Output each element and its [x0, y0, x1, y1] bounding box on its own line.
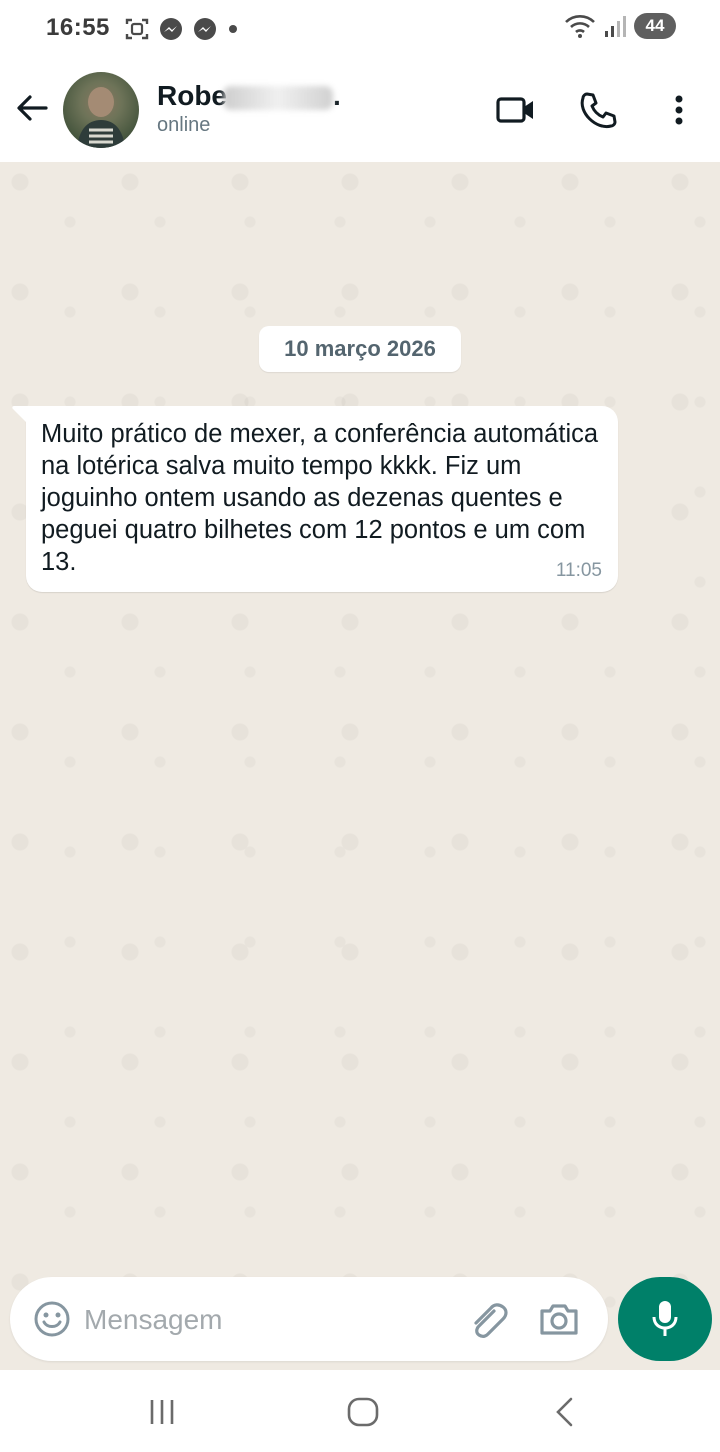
status-right: 44: [564, 13, 676, 39]
name-redaction: [223, 85, 333, 110]
bubble-tail: [12, 406, 28, 424]
contact-name-suffix: .: [333, 80, 341, 111]
system-nav-bar: [0, 1370, 720, 1452]
wifi-icon: [565, 15, 595, 38]
more-options-button[interactable]: [657, 88, 701, 132]
recent-apps-button[interactable]: [140, 1394, 184, 1430]
message-composer: [10, 1277, 608, 1361]
date-separator: 10 março 2026: [259, 326, 461, 372]
status-bar: 16:55 44: [0, 0, 720, 58]
voice-message-button[interactable]: [618, 1277, 712, 1361]
contact-name[interactable]: Robe.: [157, 80, 341, 112]
back-arrow-icon[interactable]: [14, 90, 50, 126]
dot-icon: [229, 25, 237, 33]
notification-icons: [124, 16, 240, 42]
message-input[interactable]: [82, 1297, 446, 1343]
contact-status: online: [157, 114, 211, 136]
messenger-icon: [160, 18, 182, 40]
status-time: 16:55: [46, 14, 110, 41]
more-options-icon: [675, 95, 683, 125]
incoming-message[interactable]: Muito prático de mexer, a conferência au…: [12, 406, 618, 592]
camera-icon[interactable]: [536, 1297, 582, 1343]
video-call-button[interactable]: [494, 88, 538, 132]
phone-icon: [580, 92, 617, 129]
home-icon: [347, 1397, 379, 1427]
nav-back-button[interactable]: [543, 1394, 587, 1430]
emoji-icon[interactable]: [32, 1299, 72, 1339]
mic-icon: [652, 1301, 678, 1336]
recent-apps-icon: [150, 1400, 174, 1424]
contact-name-text: Robe: [157, 80, 227, 111]
avatar[interactable]: [63, 72, 139, 148]
video-call-icon: [496, 97, 533, 123]
chat-header: Robe. online: [0, 58, 720, 162]
message-text: Muito prático de mexer, a conferência au…: [41, 420, 599, 576]
home-button[interactable]: [341, 1394, 385, 1430]
attach-icon[interactable]: [464, 1297, 510, 1343]
nav-back-icon: [556, 1397, 573, 1427]
message-time: 11:05: [555, 560, 602, 581]
avatar-image: [77, 87, 125, 148]
screenshot-icon: [125, 18, 149, 40]
voice-call-button[interactable]: [576, 88, 620, 132]
signal-icon: [605, 16, 626, 37]
messenger-icon: [194, 18, 216, 40]
battery-indicator: 44: [634, 13, 676, 39]
chat-area[interactable]: 10 março 2026 Muito prático de mexer, a …: [0, 162, 720, 1370]
